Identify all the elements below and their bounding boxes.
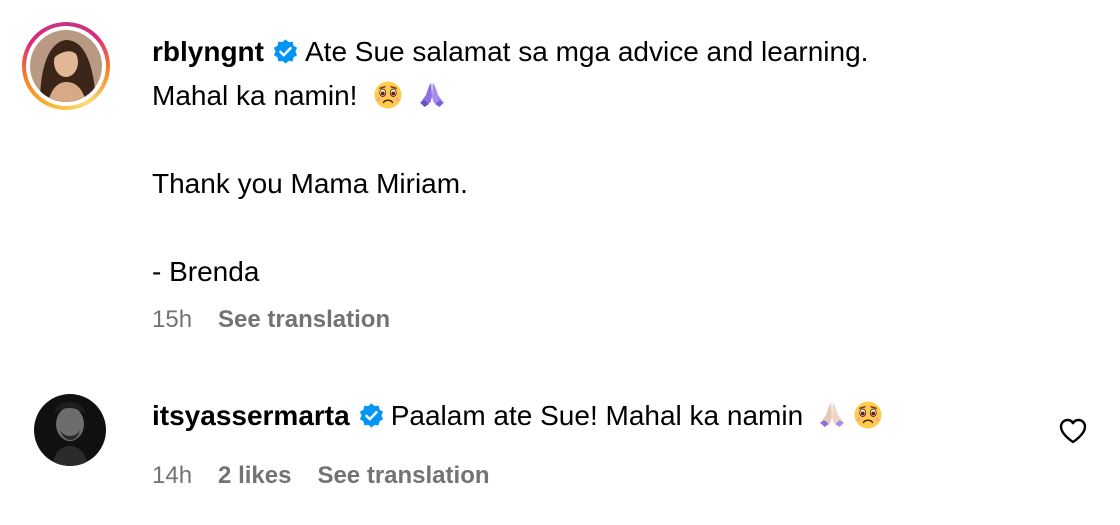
username[interactable]: itsyassermarta <box>152 400 350 431</box>
comment-fourth-line: - Brenda <box>152 256 260 287</box>
comment-third-line: Thank you Mama Miriam. <box>152 168 468 199</box>
comment-time[interactable]: 15h <box>152 306 192 333</box>
praying-hands-emoji <box>820 403 845 427</box>
verified-badge-icon <box>359 403 383 428</box>
see-translation-button[interactable]: See translation <box>218 306 390 333</box>
comment-meta: 14h 2 likes See translation <box>152 462 516 490</box>
comment-text: Paalam ate Sue! Mahal ka namin <box>390 400 804 431</box>
comment-time[interactable]: 14h <box>152 462 192 489</box>
crying-face-emoji <box>854 401 882 429</box>
verified-badge-icon <box>273 39 298 64</box>
comment-first-line: rblyngnt Ate Sue salamat sa mga advice an… <box>152 30 868 74</box>
likes-count[interactable]: 2 likes <box>218 462 291 489</box>
see-translation-button[interactable]: See translation <box>317 462 489 489</box>
comment-first-line: itsyassermarta Paalam ate Sue! Mahal ka n… <box>152 394 883 438</box>
comment-meta: 15h See translation <box>152 306 416 334</box>
avatar[interactable] <box>34 394 106 466</box>
comment-text-line1: Ate Sue salamat sa mga advice and learni… <box>305 36 869 67</box>
comment-second-line: Mahal ka namin! <box>152 74 868 118</box>
comment-text-line2: Mahal ka namin! <box>152 80 358 111</box>
praying-hands-emoji <box>420 83 445 107</box>
heart-icon[interactable] <box>1058 416 1088 446</box>
crying-face-emoji <box>374 81 402 109</box>
username[interactable]: rblyngnt <box>152 36 264 67</box>
avatar[interactable] <box>30 30 102 102</box>
